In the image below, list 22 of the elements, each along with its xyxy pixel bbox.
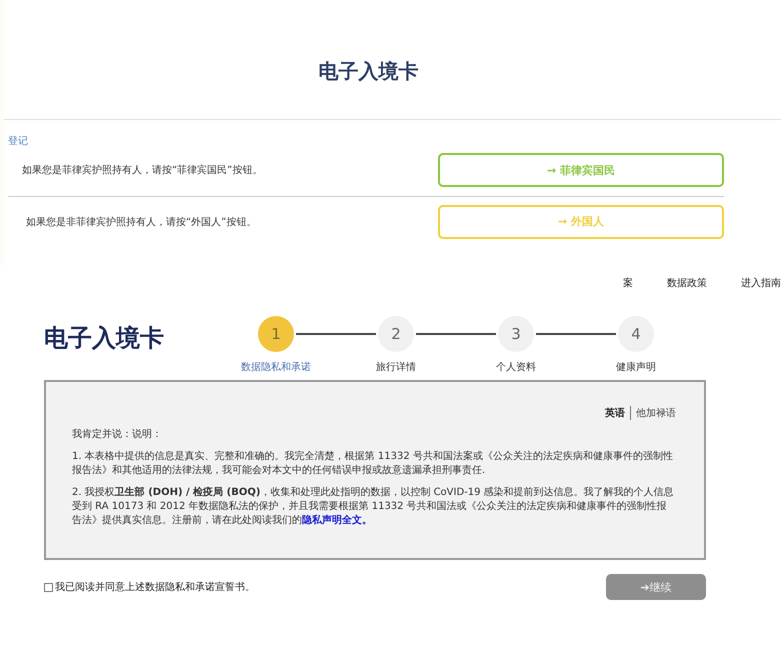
privacy-link[interactable]: 隐私声明全文。 <box>302 515 372 526</box>
nav-link[interactable]: 案 <box>623 276 633 290</box>
step-label: 旅行详情 <box>376 360 416 374</box>
declaration-paragraph: 2. 我授权卫生部 (DOH) / 检疫局 (BOQ)，收集和处理此处指明的数据，以控制 CoVID-19 感染和提前到达信息。我了解我的个人信息受到 RA 10173 和 2012 年数据隐私法的保护，并且我需要根据第 11332 号共和国法或《公众关注的法定疾病和健康事件的强制性报告法》提供真实信息。注册前，请在此处阅读我们的隐私声明全文。 <box>72 486 675 528</box>
step-circle[interactable]: 3 <box>498 316 534 352</box>
nav-link[interactable]: 进入指南 <box>741 276 781 290</box>
instruction-text: 如果您是菲律宾护照持有人，请按“菲律宾国民”按钮。 <box>22 164 262 177</box>
instruction-text: 如果您是非菲律宾护照持有人，请按“外国人”按钮。 <box>26 216 256 228</box>
language-link[interactable]: 他加禄语 <box>630 406 676 420</box>
step-label: 数据隐私和承诺 <box>241 360 311 374</box>
page-title: 电子入境卡 <box>44 323 165 354</box>
agreement-checkbox[interactable]: 我已阅读并同意上述数据隐私和承诺宣誓书。 <box>44 580 255 594</box>
step-label: 健康声明 <box>616 360 656 374</box>
section-label: 登记 <box>7 135 28 148</box>
step-circle[interactable]: 4 <box>618 316 654 352</box>
step-circle[interactable]: 2 <box>378 316 414 352</box>
declaration-paragraph: 1. 本表格中提供的信息是真实、完整和准确的。我完全清楚，根据第 11332 号共和国法案或《公众关注的法定疾病和健康事件的强制性报告法》和其他适用的法律法规，我可能会对本文中的任何错误申报或故意遗漏承担刑事责任. <box>72 450 674 478</box>
declaration-intro: 我肯定并说：说明： <box>72 428 163 442</box>
step-label: 个人资料 <box>496 360 536 374</box>
page-title: 电子入境卡 <box>318 58 418 85</box>
nav-link[interactable]: 数据政策 <box>667 276 707 290</box>
language-link[interactable]: 英语 <box>605 406 625 420</box>
